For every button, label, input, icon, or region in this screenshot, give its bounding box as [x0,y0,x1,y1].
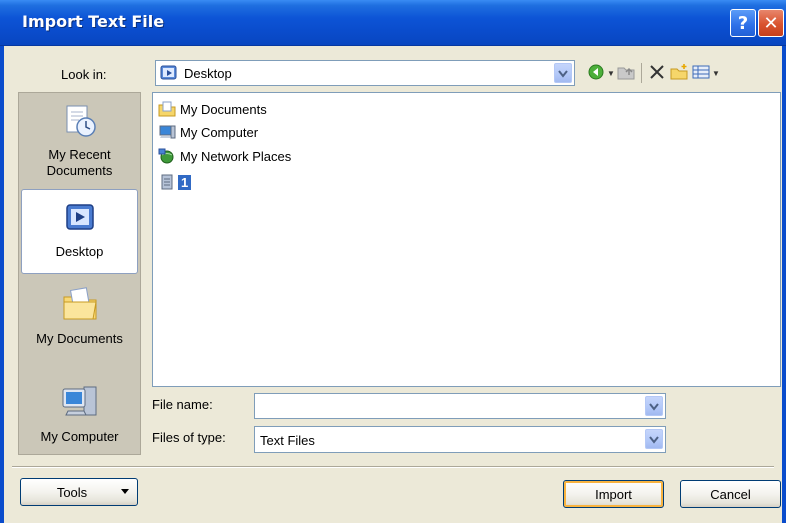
window-title: Import Text File [22,12,165,31]
file-label: My Computer [180,124,259,140]
place-label: My Recent Documents [46,147,113,178]
import-button-label: Import [595,486,632,502]
file-label: My Documents [180,101,267,117]
desktop-icon [160,64,178,85]
place-label: My Documents [36,331,123,346]
my-documents-icon [60,285,100,327]
views-icon [692,64,710,83]
file-type-value: Text Files [260,433,315,448]
chevron-down-icon [649,432,659,447]
up-folder-button[interactable] [615,62,637,84]
file-icon [156,171,178,193]
computer-icon [156,121,178,143]
chevron-down-icon: ▼ [607,68,615,78]
back-icon [587,63,605,84]
chevron-down-icon [558,66,568,81]
list-item[interactable]: My Documents [156,98,269,120]
places-bar: My Recent Documents Desktop My Documents [18,92,141,455]
folder-documents-icon [156,98,178,120]
delete-icon [648,63,666,84]
place-label: My Computer [40,429,119,444]
look-in-dropdown[interactable]: Desktop [155,60,575,86]
list-item[interactable]: 1 [156,171,192,193]
delete-button[interactable] [646,62,668,84]
list-item[interactable]: My Network Places [156,145,293,167]
file-name-dropdown-button[interactable] [645,396,663,416]
chevron-down-icon [649,399,659,414]
file-type-dropdown[interactable]: Text Files [254,426,666,453]
divider [12,466,774,468]
place-my-documents[interactable]: My Documents [21,279,138,364]
place-recent-documents[interactable]: My Recent Documents [21,99,138,184]
help-button[interactable]: ? [730,9,756,37]
new-folder-icon [669,63,689,84]
help-icon: ? [737,12,749,34]
back-button[interactable] [585,62,607,84]
file-label: My Network Places [180,148,292,164]
new-folder-button[interactable] [668,62,690,84]
look-in-label: Look in: [61,67,107,82]
tools-button-label: Tools [56,484,88,500]
recent-documents-icon [62,103,98,143]
file-name-input[interactable] [254,393,666,419]
import-button[interactable]: Import [563,480,664,508]
window-border-left [0,46,4,523]
close-button[interactable]: ✕ [758,9,784,37]
my-computer-icon [60,383,100,425]
file-list[interactable]: My Documents My Computer My Network Plac… [152,92,781,387]
list-item[interactable]: My Computer [156,121,260,143]
back-history-button[interactable]: ▼ [607,62,615,84]
desktop-icon [62,200,98,240]
title-bar[interactable]: Import Text File ? ✕ [0,0,786,46]
up-folder-icon [616,63,636,84]
file-type-label: Files of type: [152,430,226,445]
file-name-label: File name: [152,397,213,412]
tools-button[interactable]: Tools [20,478,138,506]
cancel-button[interactable]: Cancel [680,480,781,508]
place-label: Desktop [55,244,104,259]
file-label: 1 [178,174,192,190]
cancel-button-label: Cancel [710,486,751,502]
toolbar-separator [641,63,642,83]
network-places-icon [156,145,178,167]
chevron-down-icon: ▼ [712,68,720,78]
window-border-right [782,46,786,523]
caret-down-icon [121,489,129,494]
look-in-dropdown-button[interactable] [554,63,572,83]
close-icon: ✕ [763,12,779,34]
look-in-value: Desktop [184,66,232,81]
views-button[interactable] [690,62,712,84]
file-toolbar: ▼ ▼ [585,60,720,86]
file-type-dropdown-button[interactable] [645,429,663,449]
place-desktop[interactable]: Desktop [21,189,138,274]
views-dropdown-button[interactable]: ▼ [712,62,720,84]
place-my-computer[interactable]: My Computer [21,369,138,454]
